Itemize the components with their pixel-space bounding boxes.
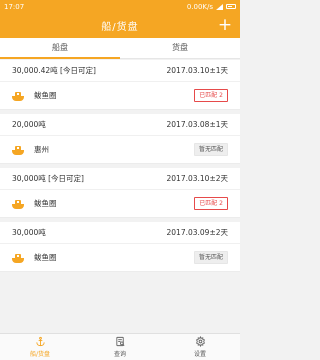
nav-label: 设置	[193, 351, 206, 358]
card-port: 鲅鱼圈	[34, 253, 57, 262]
document-search-icon	[115, 336, 124, 347]
card-bottom: 鲅鱼圈 已匹配 2	[0, 82, 240, 109]
card-date: 2017.03.08±1天	[166, 120, 229, 129]
card-weight: 20,000吨	[12, 120, 46, 129]
ship-icon	[12, 145, 24, 155]
card-top: 20,000吨 2017.03.08±1天	[0, 114, 240, 136]
nav-label: 船/货盘	[29, 351, 51, 358]
card-top: 30,000吨 [今日可定] 2017.03.10±2天	[0, 168, 240, 190]
status-left: 17:07	[4, 3, 24, 11]
card-port: 鲅鱼圈	[34, 199, 57, 208]
match-badge: 暂无匹配	[193, 251, 228, 264]
card-top: 30,000吨 2017.03.09±2天	[0, 222, 240, 244]
list-item[interactable]: 30,000吨 2017.03.09±2天 鲅鱼圈 暂无匹配	[0, 222, 240, 272]
nav-item-ship-cargo[interactable]: 船/货盘	[0, 334, 80, 360]
status-time: 17:07	[4, 2, 25, 11]
card-bottom: 惠州 暂无匹配	[0, 136, 240, 163]
add-button[interactable]: +	[217, 16, 233, 34]
ship-list: 30,000.42吨 [今日可定] 2017.03.10±1天 鲅鱼圈 已匹配 …	[0, 60, 240, 276]
ship-icon	[12, 199, 24, 209]
signal-icon	[216, 3, 223, 10]
bottom-nav: 船/货盘 查询 设置	[0, 333, 240, 360]
card-weight: 30,000吨 [今日可定]	[12, 174, 84, 183]
match-badge[interactable]: 已匹配 2	[194, 89, 228, 102]
tab-ship[interactable]: 船盘	[0, 38, 120, 59]
card-port: 惠州	[34, 145, 49, 154]
card-weight: 30,000.42吨 [今日可定]	[12, 66, 96, 75]
card-port: 鲅鱼圈	[34, 91, 57, 100]
tab-cargo[interactable]: 货盘	[120, 38, 240, 58]
card-date: 2017.03.10±2天	[166, 174, 229, 183]
status-right: 0.00K/s	[187, 3, 236, 11]
ship-icon	[12, 91, 24, 101]
gear-icon	[195, 336, 205, 347]
status-bar: 17:07 0.00K/s	[0, 0, 240, 13]
card-top: 30,000.42吨 [今日可定] 2017.03.10±1天	[0, 60, 240, 82]
page-title: 船/货盘	[101, 22, 139, 33]
nav-item-query[interactable]: 查询	[80, 334, 160, 360]
list-item[interactable]: 30,000.42吨 [今日可定] 2017.03.10±1天 鲅鱼圈 已匹配 …	[0, 60, 240, 110]
network-speed: 0.00K/s	[186, 2, 213, 11]
tab-bar: 船盘 货盘	[0, 38, 240, 59]
nav-item-settings[interactable]: 设置	[160, 334, 240, 360]
match-badge: 暂无匹配	[193, 143, 228, 156]
card-weight: 30,000吨	[12, 228, 46, 237]
card-date: 2017.03.10±1天	[166, 66, 229, 75]
list-item[interactable]: 20,000吨 2017.03.08±1天 惠州 暂无匹配	[0, 114, 240, 164]
nav-label: 查询	[113, 351, 126, 358]
app-header: 船/货盘 +	[0, 13, 240, 38]
ship-icon	[12, 253, 24, 263]
battery-icon	[226, 4, 236, 9]
card-date: 2017.03.09±2天	[166, 228, 229, 237]
card-bottom: 鲅鱼圈 已匹配 2	[0, 190, 240, 217]
anchor-icon	[35, 336, 45, 347]
card-bottom: 鲅鱼圈 暂无匹配	[0, 244, 240, 271]
list-item[interactable]: 30,000吨 [今日可定] 2017.03.10±2天 鲅鱼圈 已匹配 2	[0, 168, 240, 218]
match-badge[interactable]: 已匹配 2	[194, 197, 228, 210]
